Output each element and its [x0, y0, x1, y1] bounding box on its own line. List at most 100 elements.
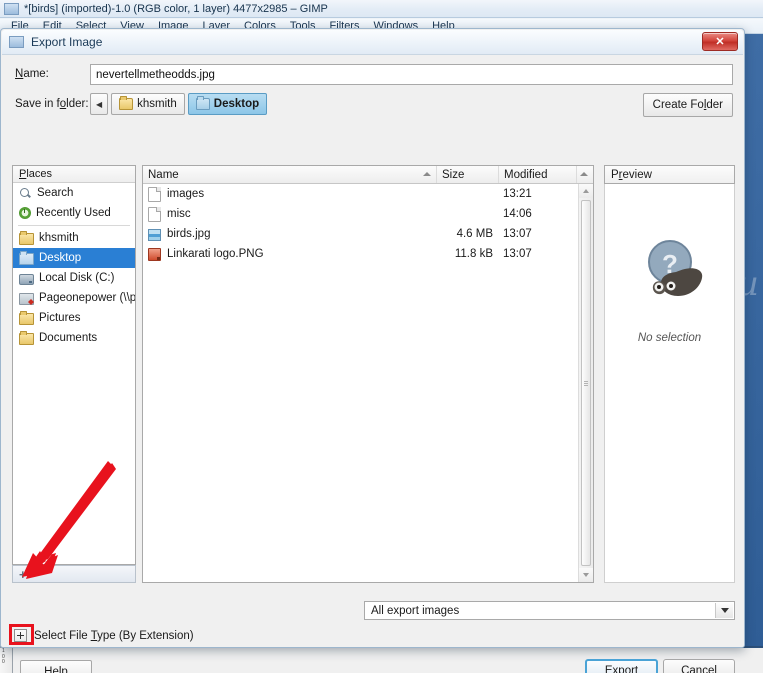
places-divider: [18, 225, 130, 226]
folder-icon: [119, 96, 134, 110]
plus-icon: +: [19, 566, 27, 582]
file-name: misc: [167, 208, 191, 220]
cancel-button[interactable]: Cancel: [663, 659, 735, 673]
folder-icon: [19, 231, 34, 245]
file-modified: 13:07: [503, 248, 532, 260]
file-filter-value: All export images: [371, 604, 460, 617]
gimp-titlebar: *[birds] (imported)-1.0 (RGB color, 1 la…: [0, 0, 763, 18]
scroll-up-icon[interactable]: [579, 184, 593, 198]
dialog-window-icon: [9, 36, 24, 48]
file-name: Linkarati logo.PNG: [167, 248, 264, 260]
file-list-header: Name Size Modified: [143, 166, 593, 184]
path-button-label: Desktop: [213, 98, 260, 110]
places-panel: Places Search Recently Used khsmith Desk…: [12, 165, 136, 565]
export-label: Export: [604, 664, 639, 673]
folder-icon: [195, 96, 210, 110]
sort-ascending-icon: [580, 172, 588, 176]
path-button-desktop[interactable]: Desktop: [187, 93, 268, 115]
create-folder-label: Create Folder: [652, 99, 723, 111]
expander-plus-icon[interactable]: [14, 629, 27, 642]
file-name: birds.jpg: [167, 228, 211, 240]
cancel-label: Cancel: [681, 664, 717, 673]
preview-panel: Preview ? No selection: [604, 165, 735, 583]
column-header-modified[interactable]: Modified: [499, 166, 577, 183]
place-label: Pictures: [39, 312, 81, 324]
column-label: Name: [148, 168, 179, 181]
file-name-cell: images: [143, 186, 437, 202]
column-header-name[interactable]: Name: [143, 166, 437, 183]
place-label: Documents: [39, 332, 98, 344]
file-modified: 13:07: [503, 228, 532, 240]
preview-body: ? No selection: [604, 184, 735, 583]
vertical-ruler: 100: [0, 648, 13, 673]
wilber-question-icon: ?: [647, 240, 702, 296]
places-header-label: Places: [19, 168, 53, 180]
dialog-titlebar: Export Image: [2, 30, 743, 54]
sidebar-item-pictures[interactable]: Pictures: [13, 308, 135, 328]
file-list-scrollbar[interactable]: [578, 184, 593, 582]
file-name-cell: birds.jpg: [143, 227, 437, 241]
name-row: Name:: [12, 64, 733, 86]
create-folder-button[interactable]: Create Folder: [642, 93, 733, 117]
image-file-icon: [148, 229, 161, 241]
column-label: Modified: [504, 168, 548, 181]
place-label: Desktop: [39, 252, 82, 264]
folder-icon: [19, 311, 34, 325]
export-image-dialog: Export Image ✕ Name: Save in folder: ◀ k…: [0, 28, 745, 673]
column-label: Size: [442, 168, 465, 181]
column-header-pad: [577, 166, 593, 183]
place-label: Pageonepower (\\p1...: [39, 292, 135, 304]
sidebar-item-desktop[interactable]: Desktop: [13, 248, 135, 268]
path-button-khsmith[interactable]: khsmith: [111, 93, 185, 115]
path-button-label: khsmith: [137, 98, 177, 110]
search-icon: [19, 187, 32, 200]
file-size: 11.8 kB: [454, 248, 493, 260]
table-row[interactable]: birds.jpg 4.6 MB 13:07: [143, 224, 593, 244]
preview-empty-text: No selection: [637, 332, 702, 344]
help-label: Help: [44, 666, 68, 673]
sidebar-item-khsmith[interactable]: khsmith: [13, 228, 135, 248]
file-modified: 13:21: [503, 188, 532, 200]
sidebar-item-search[interactable]: Search: [13, 183, 135, 203]
help-button[interactable]: Help: [20, 660, 92, 673]
export-button[interactable]: Export: [585, 659, 658, 673]
sidebar-item-recently-used[interactable]: Recently Used: [13, 203, 135, 223]
table-row[interactable]: Linkarati logo.PNG 11.8 kB 13:07: [143, 244, 593, 264]
dialog-body: Name: Save in folder: ◀ khsmith Desktop: [2, 54, 743, 673]
file-type-expander[interactable]: Select File Type (By Extension): [14, 629, 194, 642]
filename-input[interactable]: [90, 64, 733, 85]
save-in-folder-row: Save in folder: ◀ khsmith Desktop Create…: [12, 93, 733, 117]
screenshot-root: *[birds] (imported)-1.0 (RGB color, 1 la…: [0, 0, 763, 673]
scroll-down-icon[interactable]: [579, 568, 593, 582]
name-label: Name:: [15, 68, 49, 80]
file-list: Name Size Modified images 13:21 misc 14:…: [142, 165, 594, 583]
preview-header: Preview: [604, 165, 735, 184]
folder-icon: [19, 331, 34, 345]
place-label: Search: [37, 187, 74, 199]
file-name-cell: Linkarati logo.PNG: [143, 247, 437, 261]
sidebar-item-documents[interactable]: Documents: [13, 328, 135, 348]
chevron-down-icon[interactable]: [715, 603, 733, 618]
path-breadcrumb: ◀ khsmith Desktop: [90, 93, 268, 115]
save-in-folder-label: Save in folder:: [15, 98, 89, 110]
file-name: images: [167, 188, 205, 200]
table-row[interactable]: images 13:21: [143, 184, 593, 204]
sidebar-item-local-disk[interactable]: Local Disk (C:): [13, 268, 135, 288]
sort-ascending-icon: [423, 172, 431, 176]
file-modified: 14:06: [503, 208, 532, 220]
column-header-size[interactable]: Size: [437, 166, 499, 183]
file-filter-select[interactable]: All export images: [364, 601, 735, 620]
file-type-expander-label: Select File Type (By Extension): [34, 629, 194, 642]
scrollbar-thumb[interactable]: [581, 200, 591, 566]
file-name-cell: misc: [143, 206, 437, 222]
recent-icon: [19, 207, 31, 219]
place-label: Local Disk (C:): [39, 272, 115, 284]
sidebar-item-pageonepower[interactable]: Pageonepower (\\p1...: [13, 288, 135, 308]
close-icon[interactable]: ✕: [702, 32, 738, 51]
place-label: Recently Used: [36, 207, 111, 219]
document-icon: [148, 206, 161, 222]
table-row[interactable]: misc 14:06: [143, 204, 593, 224]
file-size: 4.6 MB: [456, 228, 493, 240]
add-place-button[interactable]: +: [12, 565, 136, 583]
path-back-button[interactable]: ◀: [90, 93, 109, 115]
